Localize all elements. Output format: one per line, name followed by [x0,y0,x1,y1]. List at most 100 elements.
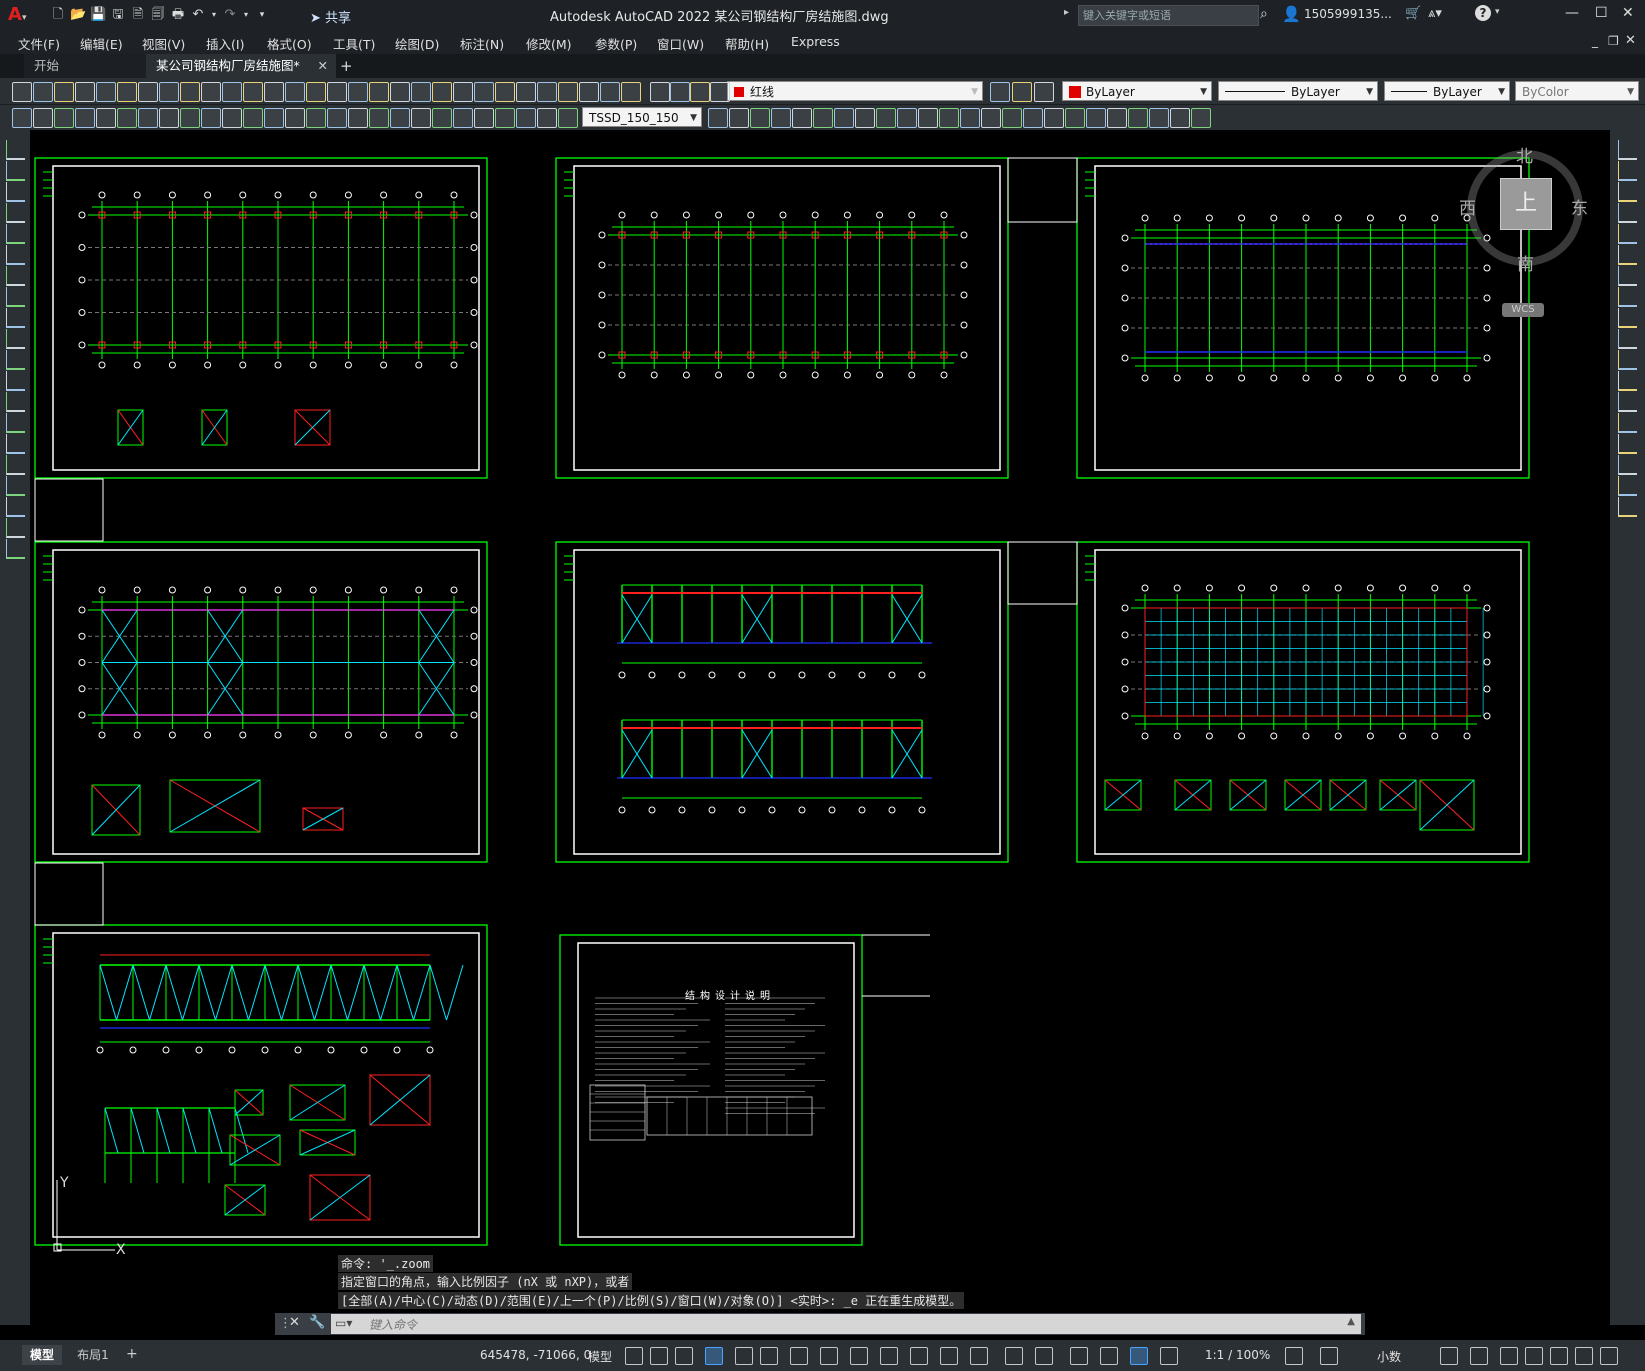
layer-state-icon[interactable] [495,82,515,102]
copy-object-icon[interactable] [1618,161,1637,181]
viewcube-west[interactable]: 西 [1459,194,1476,219]
angular-icon[interactable] [855,108,875,128]
lock-ui-icon[interactable] [1500,1347,1518,1365]
trim-icon[interactable] [474,108,494,128]
color-dropdown[interactable]: ByLayer ▼ [1062,81,1212,101]
explode-icon[interactable] [708,108,728,128]
revision-cloud-icon[interactable] [6,287,25,307]
match-properties-icon[interactable] [1034,82,1054,102]
close-icon[interactable]: ✕ [318,54,328,78]
add-layout-icon[interactable]: + [126,1346,138,1362]
move-icon[interactable] [1618,245,1637,265]
trim-icon[interactable] [1191,108,1211,128]
annotation-visibility-icon[interactable] [1100,1347,1118,1365]
line-icon[interactable] [6,140,25,160]
copy-icon[interactable] [159,82,179,102]
table-icon[interactable] [6,497,25,517]
scale-icon[interactable] [432,108,452,128]
units-setting[interactable]: 小数 [1377,1348,1401,1365]
search-icon[interactable]: ⌕ [1260,6,1268,22]
isodraft-icon[interactable] [790,1347,808,1365]
angular-icon[interactable] [138,108,158,128]
lightbulb-icon[interactable] [516,82,536,102]
close-icon[interactable]: ✕ [1622,5,1634,21]
copy-icon[interactable] [990,82,1010,102]
diameter-icon[interactable] [117,108,137,128]
model-space-toggle[interactable]: 模型 [588,1348,612,1365]
cut-icon[interactable] [138,82,158,102]
markup-icon[interactable] [432,82,452,102]
share-button[interactable]: ➤ 共享 [310,7,351,26]
radius-icon[interactable] [96,108,116,128]
infer-icon[interactable] [675,1347,693,1365]
open-file-icon[interactable]: 📂 [70,7,86,23]
linear-dim-icon[interactable] [729,108,749,128]
gradient-icon[interactable] [6,455,25,475]
explode-icon[interactable] [1618,497,1637,517]
command-input[interactable]: ▭▾ 键入命令 ▲ [331,1314,1361,1334]
quick-dim-icon[interactable] [159,108,179,128]
move-icon[interactable] [1107,108,1127,128]
array-icon[interactable] [1086,108,1106,128]
paste-icon[interactable] [1012,82,1032,102]
break-icon[interactable] [516,108,536,128]
scale-icon[interactable] [1149,108,1169,128]
viewcube-east[interactable]: 东 [1571,194,1588,219]
ordinate-icon[interactable] [75,108,95,128]
coordinates-readout[interactable]: 645478, -71066, 0 [480,1348,591,1362]
text-icon[interactable] [6,518,25,538]
spline-icon[interactable] [6,308,25,328]
linetype-dropdown[interactable]: ByLayer ▼ [1218,81,1378,101]
new-file-icon[interactable]: 🗋 [50,7,66,23]
ortho-icon[interactable] [735,1347,753,1365]
viewcube-top-face[interactable]: 上 [1500,178,1552,230]
diameter-icon[interactable] [834,108,854,128]
insert-block-icon[interactable] [6,371,25,391]
annotation-scale-icon[interactable] [1160,1347,1178,1365]
save-icon[interactable] [54,82,74,102]
plot-icon[interactable]: 🖶 [170,7,186,23]
customize-qat-icon[interactable]: ▾ [254,7,270,23]
object-track-icon[interactable] [820,1347,838,1365]
autocad-logo-icon[interactable]: A▾ [8,4,26,25]
model-space-canvas[interactable]: 上 北 南 东 西 WCS Y X 结构设计说明 [30,130,1610,1325]
menu-edit[interactable]: 编辑(E) [80,34,123,53]
polar-icon[interactable] [760,1347,778,1365]
properties-icon[interactable] [348,82,368,102]
chevron-up-icon[interactable]: ▲ [1347,1316,1355,1327]
tab-start[interactable]: 开始 [24,54,154,78]
stretch-icon[interactable] [453,108,473,128]
zoom-previous-icon[interactable] [327,82,347,102]
dim-update-icon[interactable] [285,108,305,128]
move-icon[interactable] [390,108,410,128]
open-web-icon[interactable]: 🗎 [130,7,146,23]
dim-edit-icon[interactable] [264,108,284,128]
copy-icon[interactable] [1023,108,1043,128]
plot-icon[interactable] [650,82,670,102]
rotate-icon[interactable] [411,108,431,128]
lineweight-dropdown[interactable]: ByLayer ▼ [1384,81,1510,101]
annotation-monitor-icon[interactable] [1320,1347,1338,1365]
tab-drawing[interactable]: 某公司钢结构厂房结施图* ✕ [146,54,336,78]
chevron-right-icon[interactable]: ▸ [1064,7,1069,18]
search-input[interactable]: 键入关键字或短语 [1078,5,1259,26]
arc-icon[interactable] [6,245,25,265]
redo-icon[interactable]: ↷ [222,7,238,23]
open-icon[interactable] [600,82,620,102]
save-web-icon[interactable]: 🗐 [150,7,166,23]
radius-icon[interactable] [813,108,833,128]
menu-insert[interactable]: 插入(I) [206,34,244,53]
stretch-icon[interactable] [1618,308,1637,328]
menu-file[interactable]: 文件(F) [18,34,60,53]
baseline-icon[interactable] [897,108,917,128]
dynamic-ucs-icon[interactable] [1005,1347,1023,1365]
new-icon[interactable] [12,82,32,102]
viewcube-south[interactable]: 南 [1517,250,1534,275]
circle-icon[interactable] [6,266,25,286]
menu-parametric[interactable]: 参数(P) [595,34,637,53]
maximize-icon[interactable]: ☐ [1595,5,1608,21]
offset-icon[interactable] [348,108,368,128]
fillet-icon[interactable] [1618,455,1637,475]
grid-icon[interactable] [625,1347,643,1365]
hatch-icon[interactable] [6,434,25,454]
